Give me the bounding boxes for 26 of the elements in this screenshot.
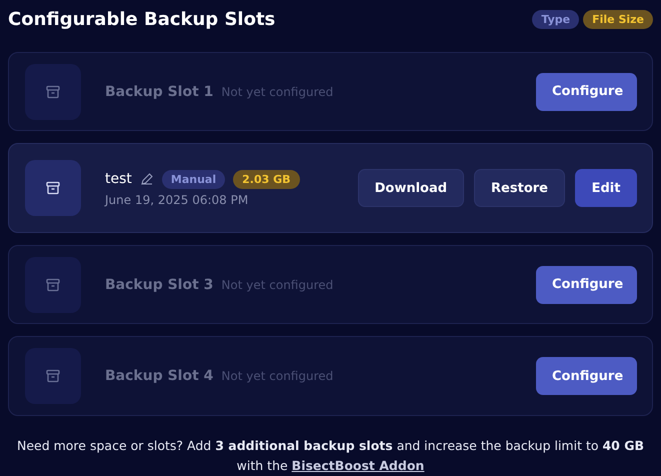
legend-badge: File Size [583, 10, 653, 30]
upgrade-note: Need more space or slots? Add 3 additional backup slots and increase the backup limit to 40 GB with the BisectBoost Addon [16, 436, 646, 475]
action-button[interactable]: Download [358, 169, 464, 208]
configure-button[interactable]: Configure [536, 72, 637, 111]
slot-name: Backup Slot 3 [105, 276, 214, 293]
configure-button[interactable]: Configure [536, 266, 637, 304]
slot-name: Backup Slot 1 [105, 84, 214, 100]
legend-badge: Type [532, 10, 580, 30]
backup-name: test [105, 171, 132, 188]
slot-status: Not yet configured [221, 278, 334, 292]
action-button[interactable]: Restore [474, 169, 565, 208]
slot-status: Not yet configured [221, 84, 334, 99]
archive-icon [45, 368, 61, 384]
archive-icon [45, 276, 61, 293]
slot-name: Backup Slot 4 [105, 368, 214, 384]
action-button[interactable]: Edit [575, 169, 637, 208]
archive-icon [45, 84, 61, 100]
slot-status: Not yet configured [221, 369, 334, 384]
backup-date: June 19, 2025 06:08 PM [105, 192, 250, 207]
addon-link[interactable]: BisectBoost Addon [292, 458, 424, 473]
archive-icon [45, 180, 61, 196]
page-title: Configurable Backup Slots [8, 9, 276, 30]
type-badge: Manual [162, 170, 226, 189]
size-badge: 2.03 GB [233, 170, 300, 189]
pencil-icon[interactable] [140, 172, 154, 186]
configure-button[interactable]: Configure [536, 357, 637, 396]
